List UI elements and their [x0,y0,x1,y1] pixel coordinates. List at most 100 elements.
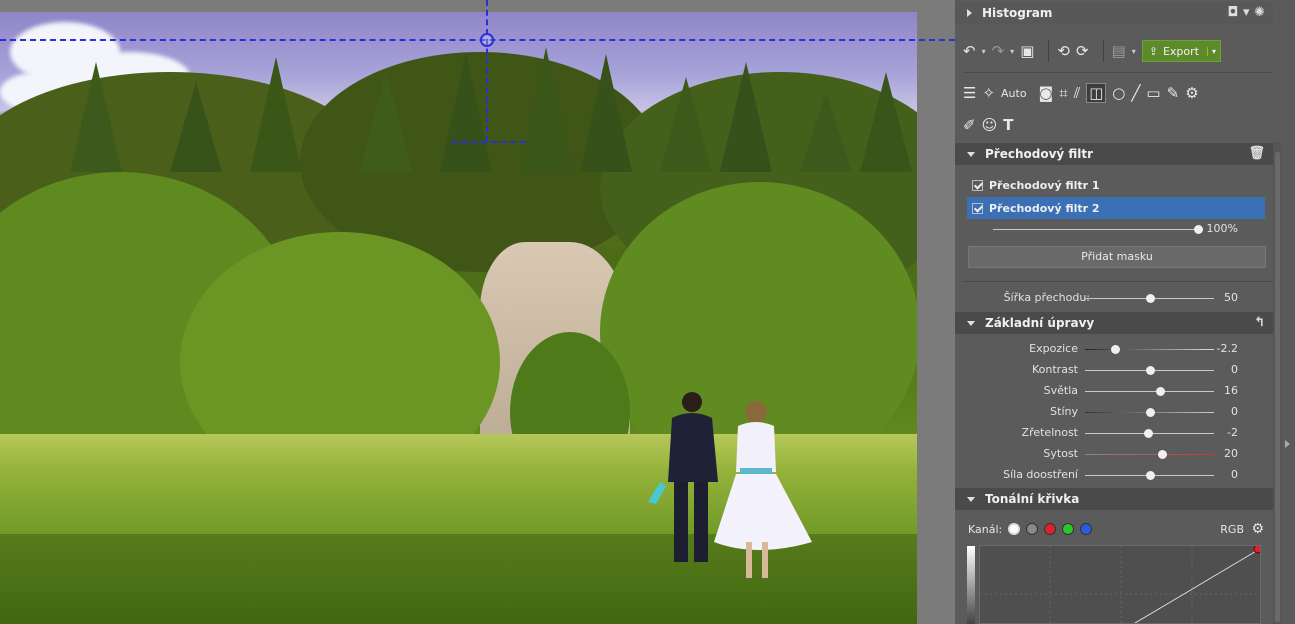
curve-input-gradient [967,546,975,624]
eraser-icon[interactable]: ▭ [1146,84,1160,102]
adjustment-slider[interactable] [1085,349,1214,350]
slider-knob[interactable] [1156,387,1165,396]
save-icon[interactable]: ▤ [1112,42,1126,60]
panel-scrollbar[interactable] [1273,142,1282,624]
collapse-arrow-icon[interactable] [1285,440,1290,448]
channel-dot-1[interactable] [1026,523,1038,535]
adjustment-slider[interactable] [1085,475,1214,476]
crop-icon[interactable]: ⌗ [1059,84,1067,102]
slider-knob[interactable] [1146,366,1155,375]
gradient-filter-header[interactable]: Přechodový filtr 🗑 [955,143,1273,165]
slider-row-5: Sytost20 [955,444,1273,464]
adjustment-slider[interactable] [1085,391,1214,392]
filter-item-2[interactable]: Přechodový filtr 2 [967,197,1265,219]
compare-image-icon[interactable]: ▣ [1020,42,1034,60]
export-button[interactable]: ⇪ Export ▾ [1142,40,1221,62]
settings-gear-icon[interactable]: ⚙ [1185,84,1198,102]
rotate-right-icon[interactable]: ⟳ [1076,42,1089,60]
pen-icon[interactable]: ✐ [963,116,976,134]
reset-arrow-icon[interactable]: ↰ [1254,315,1265,330]
panel-collapse-strip[interactable] [1282,0,1295,624]
curve-settings-icon[interactable]: ⚙ [1251,521,1264,537]
divider [963,72,1273,73]
slider-knob[interactable] [1111,345,1120,354]
gradient-filter-icon[interactable]: ◫ [1086,83,1106,103]
slider-row-4: Zřetelnost-2 [955,423,1273,443]
collapse-icon [967,497,975,502]
slider-knob[interactable] [1194,225,1203,234]
adjustment-slider[interactable] [1085,370,1214,371]
tonal-curve-graph[interactable] [979,545,1261,624]
channel-label: Kanál: [968,523,1002,536]
gradient-guide-line[interactable] [0,39,955,41]
slider-value: 0 [1231,363,1238,376]
action-toolbar: ↶ ▾ ↷ ▾ ▣ ⟲ ⟳ ▤ ▾ ⇪ Export ▾ [955,39,1273,63]
auto-label[interactable]: Auto [1001,87,1027,100]
slider-value: 20 [1224,447,1238,460]
gradient-width-slider[interactable] [1085,298,1214,299]
scrollbar-thumb[interactable] [1275,152,1280,622]
slider-value: 0 [1231,405,1238,418]
slider-knob[interactable] [1144,429,1153,438]
histogram-options-icon[interactable]: ◘ ▾ ✺ [1228,5,1265,20]
slider-row-6: Síla doostření0 [955,465,1273,485]
right-panel: Histogram ◘ ▾ ✺ ↶ ▾ ↷ ▾ ▣ ⟲ ⟳ ▤ ▾ ⇪ Export … [955,0,1295,624]
channel-dot-4[interactable] [1080,523,1092,535]
slider-knob[interactable] [1146,471,1155,480]
mask-icon[interactable]: ☺ [982,116,998,134]
adjust-sliders-icon[interactable]: ☰ [963,84,976,102]
camera-icon[interactable]: ◙ [1039,84,1054,102]
healing-icon[interactable]: ✎ [1167,84,1180,102]
slider-value: 0 [1231,468,1238,481]
brush-icon[interactable]: ╱ [1131,84,1140,102]
tonal-curve-title: Tonální křivka [985,492,1079,506]
undo-icon[interactable]: ↶ [963,42,976,60]
slider-knob[interactable] [1146,294,1155,303]
redo-history-icon[interactable]: ▾ [1010,47,1014,56]
undo-history-icon[interactable]: ▾ [982,47,986,56]
photo[interactable] [0,12,917,624]
histogram-header[interactable]: Histogram ◘ ▾ ✺ [955,2,1273,24]
adjustment-slider[interactable] [1085,412,1214,413]
channel-dot-2[interactable] [1044,523,1056,535]
trash-icon[interactable]: 🗑 [1248,146,1265,161]
redo-icon[interactable]: ↷ [992,42,1005,60]
opacity-slider[interactable] [993,229,1198,230]
gradient-filter-title: Přechodový filtr [985,147,1093,161]
text-tool-icon[interactable]: T [1003,116,1013,134]
slider-row-3: Stíny0 [955,402,1273,422]
rotate-left-icon[interactable]: ⟲ [1057,42,1070,60]
opacity-slider-row: 100% [955,219,1273,239]
basic-adjustments-header[interactable]: Základní úpravy ↰ [955,312,1273,334]
gradient-guide-handle[interactable] [480,33,494,47]
slider-knob[interactable] [1146,408,1155,417]
add-mask-button[interactable]: Přidat masku [968,246,1266,268]
divider [1103,40,1104,62]
filter-checkbox[interactable] [972,180,983,191]
curve-point[interactable] [1254,546,1261,553]
divider [963,281,1273,282]
radial-filter-icon[interactable]: ○ [1112,84,1125,102]
export-icon: ⇪ [1149,45,1158,58]
auto-wand-icon[interactable]: ✧ [982,84,995,102]
adjustment-slider[interactable] [1085,454,1214,455]
slider-row-2: Světla16 [955,381,1273,401]
gradient-guide-end[interactable] [452,141,526,143]
save-options-icon[interactable]: ▾ [1132,47,1136,56]
export-dropdown-icon[interactable]: ▾ [1207,47,1216,56]
filter-checkbox[interactable] [972,203,983,214]
channel-dot-0[interactable] [1008,523,1020,535]
tonal-curve-header[interactable]: Tonální křivka [955,488,1273,510]
slider-label: Světla [1044,384,1078,397]
perspective-icon[interactable]: ⫽ [1074,84,1081,102]
filter-item-1[interactable]: Přechodový filtr 1 [967,174,1265,196]
image-canvas[interactable] [0,0,955,624]
slider-label: Expozice [1029,342,1078,355]
channel-dot-3[interactable] [1062,523,1074,535]
gradient-guide-axis[interactable] [486,0,488,142]
divider [1048,40,1049,62]
adjustment-slider[interactable] [1085,433,1214,434]
slider-knob[interactable] [1158,450,1167,459]
gradient-width-row: Šířka přechodu: 50 [955,288,1273,308]
channel-value: RGB [1220,523,1244,536]
